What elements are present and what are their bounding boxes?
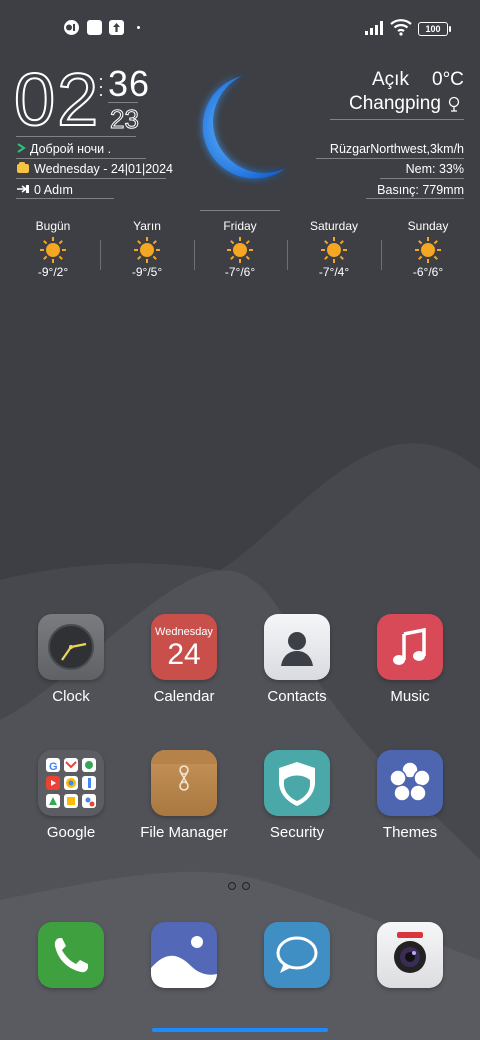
location-pin-icon	[448, 96, 460, 112]
forecast-day: Sunday -6°/6°	[381, 218, 475, 280]
calendar-day: 24	[167, 638, 201, 671]
app-label: Clock	[52, 688, 90, 705]
steps-text: 0 Adım	[34, 183, 73, 197]
weather-city: Changping	[349, 93, 441, 114]
app-music[interactable]: Music	[354, 614, 466, 706]
divider	[108, 102, 138, 103]
forecast-temp: -7°/6°	[224, 265, 256, 279]
forecast-temp: -9°/5°	[131, 265, 163, 279]
clock-separator	[100, 72, 103, 106]
gallery-icon	[151, 922, 217, 988]
forecast-day-name: Bugün	[35, 219, 71, 233]
sun-icon	[227, 237, 253, 263]
app-file-manager[interactable]: File Manager	[128, 750, 240, 842]
signal-icon	[365, 21, 383, 35]
divider	[380, 178, 464, 179]
clock-second: 23	[110, 104, 140, 135]
app-label: Security	[269, 824, 325, 841]
camera-icon	[377, 922, 443, 988]
dock-gallery[interactable]	[128, 922, 240, 988]
weather-forecast[interactable]: Bugün -9°/2° Yarın -9°/5° Friday -7°/6° …	[0, 218, 480, 290]
contacts-app-icon	[264, 614, 330, 680]
wifi-icon	[390, 19, 412, 36]
forecast-temp: -7°/4°	[318, 265, 350, 279]
security-app-icon	[264, 750, 330, 816]
dock-phone[interactable]	[15, 922, 127, 988]
humidity-text: Nem: 33%	[405, 162, 464, 176]
forecast-day: Saturday -7°/4°	[287, 218, 381, 280]
app-label: Calendar	[153, 688, 215, 705]
weather-temperature: 0°C	[432, 69, 464, 90]
square-notification-icon	[87, 20, 102, 35]
file-manager-app-icon	[151, 750, 217, 816]
calendar-app-icon: Wednesday 24	[151, 614, 217, 680]
divider	[16, 158, 146, 159]
sun-icon	[40, 237, 66, 263]
app-label: Music	[390, 688, 430, 705]
divider	[200, 210, 280, 211]
page-dot	[228, 882, 236, 890]
clock-app-icon	[38, 614, 104, 680]
forecast-day: Friday -7°/6°	[193, 218, 287, 280]
page-dot	[242, 882, 250, 890]
divider	[16, 198, 114, 199]
forecast-day-name: Sunday	[407, 219, 449, 233]
app-label: File Manager	[140, 824, 228, 841]
clock-minute: 36	[108, 63, 151, 104]
forecast-day-name: Saturday	[309, 219, 359, 233]
divider	[16, 136, 136, 137]
divider	[330, 119, 464, 120]
phone-icon	[38, 922, 104, 988]
forecast-temp: -6°/6°	[412, 265, 444, 279]
divider	[366, 198, 464, 199]
more-notifications-dot	[137, 26, 140, 29]
app-label: Themes	[382, 824, 438, 841]
upload-notification-icon	[109, 20, 124, 35]
app-contacts[interactable]: Contacts	[241, 614, 353, 706]
clock-weather-widget[interactable]: 02 36 23 Доброй ночи . Wednesday - 24|01…	[0, 56, 480, 216]
battery-indicator: 100	[418, 22, 451, 36]
themes-app-icon	[377, 750, 443, 816]
messages-icon	[264, 922, 330, 988]
svg-text:G: G	[49, 761, 58, 773]
steps-icon	[17, 185, 29, 193]
dock-messages[interactable]	[241, 922, 353, 988]
gesture-navigation-bar[interactable]	[152, 1028, 328, 1032]
forecast-day: Bugün -9°/2°	[6, 218, 100, 280]
google-folder-icon: G	[38, 750, 104, 816]
forecast-day-name: Friday	[223, 219, 257, 233]
wind-text: RüzgarNorthwest,3km/h	[329, 142, 464, 156]
app-label: Google	[46, 824, 96, 841]
chevron-right-icon	[17, 143, 26, 153]
app-google-folder[interactable]: G Google	[15, 750, 127, 842]
moon-icon	[202, 76, 286, 179]
status-bar: 100	[0, 0, 480, 56]
app-label: Contacts	[267, 688, 327, 705]
sun-icon	[321, 237, 347, 263]
sun-icon	[415, 237, 441, 263]
sun-icon	[134, 237, 160, 263]
calendar-hand-icon	[17, 162, 29, 173]
greeting-text: Доброй ночи .	[30, 142, 112, 156]
divider	[16, 178, 166, 179]
forecast-temp: -9°/2°	[37, 265, 69, 279]
dock-camera[interactable]	[354, 922, 466, 988]
page-indicator[interactable]	[228, 877, 256, 895]
calendar-weekday: Wednesday	[155, 626, 213, 638]
app-calendar[interactable]: Wednesday 24 Calendar	[128, 614, 240, 706]
forecast-day-name: Yarın	[133, 219, 161, 233]
date-text: Wednesday - 24|01|2024	[34, 162, 174, 176]
app-themes[interactable]: Themes	[354, 750, 466, 842]
forecast-day: Yarın -9°/5°	[100, 218, 194, 280]
pressure-text: Basınç: 779mm	[377, 183, 464, 197]
app-security[interactable]: Security	[241, 750, 353, 842]
clock-hour: 02	[13, 58, 101, 141]
app-clock[interactable]: Clock	[15, 614, 127, 706]
weather-condition: Açık	[372, 69, 409, 90]
app-notification-icon	[64, 20, 79, 35]
music-app-icon	[377, 614, 443, 680]
divider	[316, 158, 464, 159]
